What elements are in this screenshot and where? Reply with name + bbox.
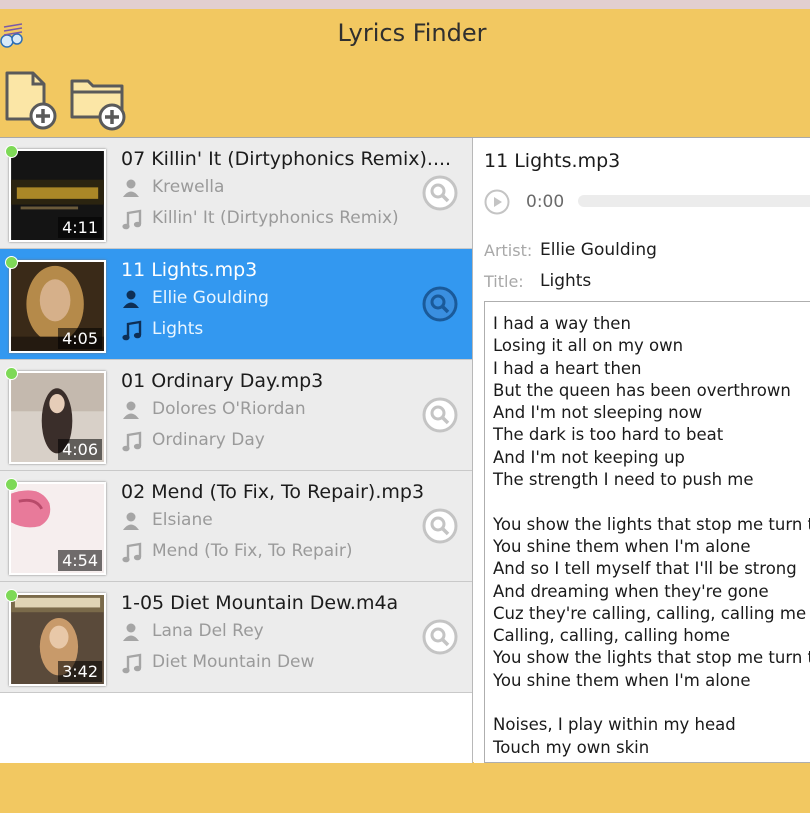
track-title: Killin' It (Dirtyphonics Remix) [152,208,399,228]
track-filename: 1-05 Diet Mountain Dew.m4a [121,592,399,614]
detail-filename: 11 Lights.mp3 [484,150,621,172]
track-item[interactable]: 4:11 07 Killin' It (Dirtyphonics Remix).… [0,138,472,249]
play-icon[interactable] [484,189,510,215]
track-item[interactable]: 3:42 1-05 Diet Mountain Dew.m4a Lana Del… [0,582,472,693]
status-bar [0,762,810,813]
search-lyrics-icon[interactable] [421,507,459,545]
music-note-icon [122,542,142,563]
toolbar [0,63,810,137]
music-note-icon [122,653,142,674]
window-title: Lyrics Finder [337,19,487,47]
lyrics-textarea[interactable]: I had a way then Losing it all on my own… [484,301,810,763]
add-folder-icon[interactable] [68,67,130,131]
search-lyrics-icon[interactable] [421,396,459,434]
album-cover: 4:11 [9,149,106,242]
playback-time: 0:00 [526,192,565,212]
status-dot [5,145,18,158]
main-content: 4:11 07 Killin' It (Dirtyphonics Remix).… [0,137,810,763]
album-cover: 4:05 [9,260,106,353]
track-artist: Elsiane [152,510,213,530]
person-icon [123,401,139,419]
track-item[interactable]: 4:54 02 Mend (To Fix, To Repair).mp3 Els… [0,471,472,582]
add-file-icon[interactable] [2,67,64,131]
person-icon [123,290,139,308]
track-artist: Krewella [152,177,225,197]
track-filename: 02 Mend (To Fix, To Repair).mp3 [121,481,425,503]
album-cover: 3:42 [9,593,106,686]
detail-panel: 11 Lights.mp3 0:00 Artist: Ellie Gouldin… [474,138,810,763]
seek-bar[interactable] [578,195,810,207]
search-lyrics-icon[interactable] [421,174,459,212]
search-lyrics-icon[interactable] [421,618,459,656]
music-note-icon [122,431,142,452]
artist-label: Artist: [484,241,533,260]
title-value[interactable]: Lights [540,271,591,291]
app-window: Lyrics Finder 4:11 07 Killin' It (Dirtyp… [0,9,810,813]
status-dot [5,478,18,491]
album-cover: 4:54 [9,482,106,575]
track-title: Ordinary Day [152,430,265,450]
track-title: Lights [152,319,204,339]
person-icon [123,179,139,197]
status-dot [5,367,18,380]
track-duration: 4:54 [58,550,102,571]
album-cover: 4:06 [9,371,106,464]
search-lyrics-icon[interactable] [421,285,459,323]
music-note-icon [122,209,142,230]
track-filename: 07 Killin' It (Dirtyphonics Remix).... [121,148,452,170]
track-title: Diet Mountain Dew [152,652,315,672]
music-note-icon [122,320,142,341]
track-artist: Dolores O'Riordan [152,399,306,419]
track-artist: Ellie Goulding [152,288,269,308]
track-duration: 3:42 [58,661,102,682]
title-bar: Lyrics Finder [0,9,810,63]
track-list: 4:11 07 Killin' It (Dirtyphonics Remix).… [0,138,473,763]
person-icon [123,623,139,641]
track-filename: 01 Ordinary Day.mp3 [121,370,324,392]
track-duration: 4:05 [58,328,102,349]
title-label: Title: [484,272,524,291]
track-item-selected[interactable]: 4:05 11 Lights.mp3 Ellie Goulding Lights [0,249,472,360]
track-filename: 11 Lights.mp3 [121,259,258,281]
status-dot [5,589,18,602]
track-title: Mend (To Fix, To Repair) [152,541,353,561]
track-duration: 4:11 [58,217,102,238]
track-item[interactable]: 4:06 01 Ordinary Day.mp3 Dolores O'Riord… [0,360,472,471]
track-artist: Lana Del Rey [152,621,264,641]
status-dot [5,256,18,269]
track-duration: 4:06 [58,439,102,460]
artist-value[interactable]: Ellie Goulding [540,240,657,260]
person-icon [123,512,139,530]
